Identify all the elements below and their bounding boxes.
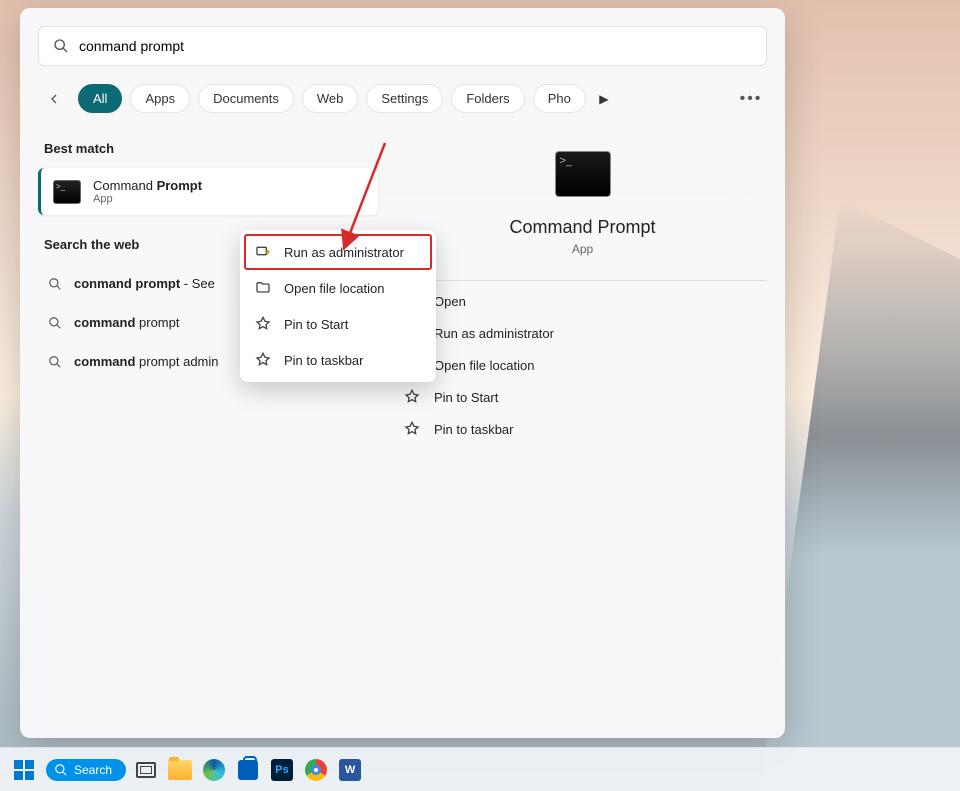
edge-button[interactable] (200, 756, 228, 784)
ctx-run-as-administrator[interactable]: Run as administrator (244, 234, 432, 270)
context-menu: Run as administrator Open file location Pi… (240, 230, 436, 382)
store-icon (238, 760, 258, 780)
web-result-text: command prompt (74, 315, 179, 330)
action-label: Open (434, 294, 466, 309)
taskbar: Search Ps W (0, 747, 960, 791)
windows-logo-icon (14, 760, 34, 780)
search-icon (48, 355, 62, 369)
word-icon: W (339, 759, 361, 781)
best-match-title: Command Prompt (93, 178, 202, 193)
edge-icon (203, 759, 225, 781)
folder-icon (254, 279, 272, 297)
web-result-text: conmand prompt - See (74, 276, 215, 291)
chrome-button[interactable] (302, 756, 330, 784)
admin-icon (254, 243, 272, 261)
action-label: Run as administrator (434, 326, 554, 341)
action-open[interactable]: Open (398, 285, 767, 317)
search-input[interactable] (79, 38, 752, 54)
pin-icon (254, 315, 272, 333)
best-match-subtitle: App (93, 193, 202, 205)
pin-icon (254, 351, 272, 369)
detail-actions: Open Run as administrator Open file locati… (398, 281, 767, 449)
more-options-icon[interactable]: ••• (739, 90, 763, 108)
ctx-label: Pin to Start (284, 317, 348, 332)
start-button[interactable] (8, 754, 40, 786)
filter-web[interactable]: Web (302, 84, 359, 113)
folder-icon (168, 760, 192, 780)
best-match-result[interactable]: Command Prompt App (38, 168, 378, 215)
filter-row: All Apps Documents Web Settings Folders … (38, 84, 767, 113)
filter-photos[interactable]: Pho (533, 84, 586, 113)
filter-documents[interactable]: Documents (198, 84, 294, 113)
word-button[interactable]: W (336, 756, 364, 784)
pin-icon (404, 389, 420, 405)
filter-settings[interactable]: Settings (366, 84, 443, 113)
ctx-label: Run as administrator (284, 245, 404, 260)
ctx-open-file-location[interactable]: Open file location (244, 270, 432, 306)
chrome-icon (305, 759, 327, 781)
taskview-icon (136, 762, 156, 778)
ctx-label: Open file location (284, 281, 384, 296)
action-pin-to-taskbar[interactable]: Pin to taskbar (398, 413, 767, 445)
search-box[interactable] (38, 26, 767, 66)
search-icon (48, 277, 62, 291)
filter-folders[interactable]: Folders (451, 84, 524, 113)
search-icon (53, 38, 69, 54)
photoshop-button[interactable]: Ps (268, 756, 296, 784)
section-best-match: Best match (44, 141, 378, 156)
ctx-pin-to-start[interactable]: Pin to Start (244, 306, 432, 342)
ctx-label: Pin to taskbar (284, 353, 364, 368)
photoshop-icon: Ps (271, 759, 293, 781)
command-prompt-icon-large (555, 151, 611, 197)
detail-card: Command Prompt App (398, 131, 767, 281)
action-open-file-location[interactable]: Open file location (398, 349, 767, 381)
store-button[interactable] (234, 756, 262, 784)
file-explorer-button[interactable] (166, 756, 194, 784)
taskview-button[interactable] (132, 756, 160, 784)
filter-apps[interactable]: Apps (130, 84, 190, 113)
web-result-text: command prompt admin (74, 354, 219, 369)
filter-all[interactable]: All (78, 84, 122, 113)
action-run-as-administrator[interactable]: Run as administrator (398, 317, 767, 349)
action-pin-to-start[interactable]: Pin to Start (398, 381, 767, 413)
taskbar-search-button[interactable]: Search (46, 759, 126, 781)
ctx-pin-to-taskbar[interactable]: Pin to taskbar (244, 342, 432, 378)
search-icon (48, 316, 62, 330)
action-label: Pin to Start (434, 390, 498, 405)
pin-icon (404, 421, 420, 437)
detail-name: Command Prompt (509, 217, 655, 238)
back-button[interactable] (42, 87, 66, 111)
filter-more-icon[interactable]: ▶ (594, 92, 614, 106)
command-prompt-icon (53, 180, 81, 204)
action-label: Open file location (434, 358, 534, 373)
detail-subtitle: App (572, 242, 593, 256)
action-label: Pin to taskbar (434, 422, 514, 437)
search-panel: All Apps Documents Web Settings Folders … (20, 8, 785, 738)
